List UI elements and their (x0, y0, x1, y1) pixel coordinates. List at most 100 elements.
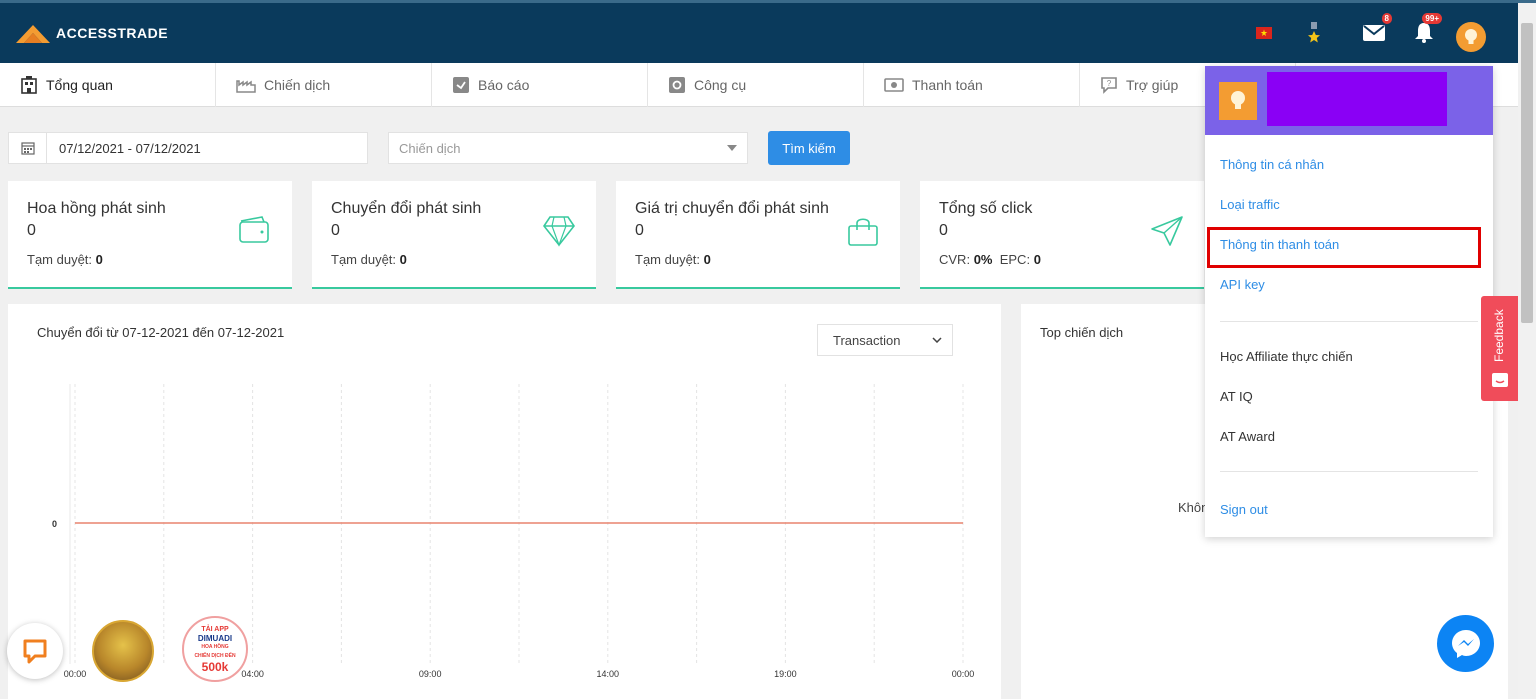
card-value: 0 (27, 222, 36, 239)
card-pending: Tạm duyệt: 0 (27, 252, 103, 267)
promo-line2: DIMUADI (197, 633, 233, 643)
card-rates: CVR: 0% EPC: 0 (939, 252, 1041, 267)
accesstrade-logo[interactable]: ACCESSTRADE (16, 23, 168, 43)
promo-line3: HOA HỒNG (201, 643, 229, 650)
epc-value: 0 (1033, 252, 1041, 267)
nav-item-label: Trợ giúp (1126, 77, 1179, 93)
promo-amount: 500k (201, 659, 229, 674)
card-pending: Tạm duyệt: 0 (331, 252, 407, 267)
menu-item-api-key[interactable]: API key (1220, 277, 1265, 292)
feedback-label: Feedback (1492, 309, 1506, 362)
top-campaigns-title: Top chiến dịch (1040, 325, 1124, 340)
diamond-icon (543, 216, 575, 247)
calendar-icon[interactable] (9, 133, 47, 163)
user-dropdown-menu: Thông tin cá nhân Loại traffic Thông tin… (1205, 66, 1493, 537)
pending-label: Tạm duyệt: (331, 252, 397, 267)
dimuadi-promo-badge[interactable]: TẢI APP DIMUADI HOA HỒNG CHIẾN DỊCH ĐẾN … (182, 616, 248, 682)
cvr-label: CVR: (939, 252, 971, 267)
lightbulb-icon (1465, 29, 1477, 44)
redacted-username (1267, 72, 1447, 126)
tools-icon (669, 77, 685, 93)
pending-value: 0 (703, 252, 711, 267)
date-range-value: 07/12/2021 - 07/12/2021 (59, 140, 201, 156)
feedback-chat-icon (1492, 373, 1508, 387)
x-tick-label: 09:00 (419, 669, 442, 679)
money-icon (884, 78, 904, 92)
nav-item-label: Tổng quan (46, 77, 113, 93)
campaign-select[interactable]: Chiến dịch (388, 132, 748, 164)
pending-value: 0 (399, 252, 407, 267)
help-icon: ? (1101, 77, 1117, 94)
search-button[interactable]: Tìm kiếm (768, 131, 850, 165)
menu-item-sign-out[interactable]: Sign out (1220, 502, 1268, 517)
menu-item-traffic-type[interactable]: Loại traffic (1220, 197, 1280, 212)
nav-item-overview[interactable]: Tổng quan (0, 63, 216, 107)
date-range-picker[interactable]: 07/12/2021 - 07/12/2021 (8, 132, 368, 164)
nav-item-label: Báo cáo (478, 77, 530, 93)
notification-badge: 99+ (1422, 13, 1442, 24)
pending-label: Tạm duyệt: (635, 252, 701, 267)
x-tick-label: 00:00 (952, 669, 975, 679)
scrollbar-thumb[interactable] (1521, 23, 1533, 323)
send-icon (1151, 216, 1183, 246)
card-value: 0 (939, 222, 948, 239)
x-tick-label: 00:00 (64, 669, 87, 679)
card-title: Giá trị chuyển đổi phát sinh (635, 200, 829, 217)
promo-line1: TẢI APP (201, 625, 229, 633)
card-value: 0 (331, 222, 340, 239)
messenger-button[interactable] (1437, 615, 1494, 672)
conversion-chart-panel: Chuyển đổi từ 07-12-2021 đến 07-12-2021 … (8, 304, 1001, 699)
dropdown-user-header (1205, 66, 1493, 135)
nav-item-campaigns[interactable]: Chiến dịch (216, 63, 432, 107)
stat-card-clicks: Tổng số click 0 CVR: 0% EPC: 0 (920, 181, 1204, 289)
menu-divider (1220, 321, 1478, 322)
svg-text:?: ? (1107, 79, 1112, 88)
chat-bubble-icon (23, 639, 47, 664)
menu-item-affiliate-course[interactable]: Học Affiliate thực chiến (1220, 349, 1353, 364)
pending-label: Tạm duyệt: (27, 252, 93, 267)
card-value: 0 (635, 222, 644, 239)
page-scrollbar[interactable] (1518, 3, 1536, 699)
card-title: Tổng số click (939, 200, 1033, 217)
report-icon (453, 77, 469, 93)
shopping-bag-icon (848, 218, 878, 246)
menu-item-personal-info[interactable]: Thông tin cá nhân (1220, 157, 1324, 172)
lightbulb-icon (1231, 91, 1245, 109)
notification-bell-icon[interactable]: 99+ (1410, 13, 1442, 47)
messenger-icon (1451, 629, 1480, 658)
logo-mark-icon (16, 25, 50, 43)
caret-down-icon (727, 145, 737, 151)
stat-card-commission: Hoa hồng phát sinh 0 Tạm duyệt: 0 (8, 181, 292, 289)
stat-card-conversion-value: Giá trị chuyển đổi phát sinh 0 Tạm duyệt… (616, 181, 900, 289)
top-header: ACCESSTRADE 8 99+ (0, 0, 1536, 63)
menu-divider (1220, 471, 1478, 472)
menu-item-at-iq[interactable]: AT IQ (1220, 389, 1253, 404)
empty-state-text: Khôn (1178, 500, 1209, 515)
menu-item-at-award[interactable]: AT Award (1220, 429, 1275, 444)
x-tick-label: 14:00 (597, 669, 620, 679)
x-tick-label: 19:00 (774, 669, 797, 679)
live-chat-button[interactable] (7, 623, 63, 679)
logo-text: ACCESSTRADE (56, 25, 169, 41)
nav-item-label: Công cụ (694, 77, 747, 93)
factory-icon (236, 80, 256, 93)
user-avatar[interactable] (1456, 22, 1486, 52)
card-pending: Tạm duyệt: 0 (635, 252, 711, 267)
building-icon (21, 76, 37, 94)
lucky-draw-promo-badge[interactable] (92, 620, 154, 682)
wallet-icon (239, 216, 269, 243)
nav-item-reports[interactable]: Báo cáo (432, 63, 648, 107)
pending-value: 0 (95, 252, 103, 267)
nav-item-tools[interactable]: Công cụ (648, 63, 864, 107)
campaign-select-placeholder: Chiến dịch (399, 140, 461, 156)
nav-item-label: Thanh toán (912, 77, 983, 93)
vietnam-flag-icon[interactable] (1250, 19, 1278, 47)
award-medal-icon[interactable] (1300, 19, 1328, 47)
mail-icon[interactable]: 8 (1360, 13, 1392, 47)
feedback-tab[interactable]: Feedback (1481, 296, 1518, 401)
stat-card-conversions: Chuyển đổi phát sinh 0 Tạm duyệt: 0 (312, 181, 596, 289)
nav-item-payments[interactable]: Thanh toán (864, 63, 1080, 107)
payment-info-highlight (1207, 227, 1481, 268)
conversion-line-chart: 0 00:00 04:00 09:00 14:00 19:00 00:00 (52, 384, 975, 679)
y-tick-label: 0 (52, 519, 57, 529)
